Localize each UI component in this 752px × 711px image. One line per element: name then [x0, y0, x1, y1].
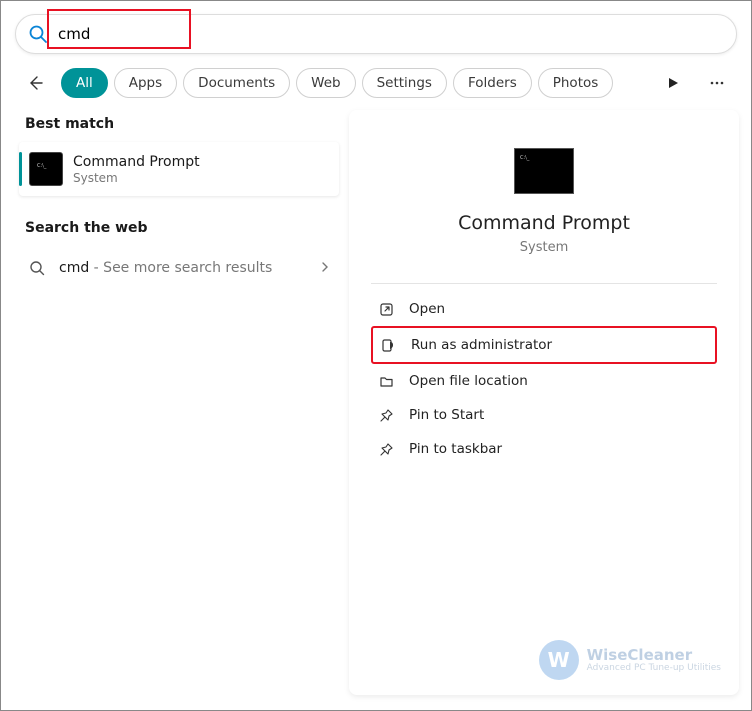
section-best-match: Best match [19, 110, 339, 142]
divider [371, 283, 717, 284]
result-command-prompt[interactable]: C:\_ Command Prompt System [19, 142, 339, 196]
search-bar[interactable] [15, 14, 737, 54]
watermark-tagline: Advanced PC Tune-up Utilities [587, 663, 721, 673]
detail-app-icon: C:\_ [514, 148, 574, 194]
action-pin-start[interactable]: Pin to Start [371, 398, 717, 432]
action-label: Run as administrator [411, 337, 552, 353]
filter-documents[interactable]: Documents [183, 68, 290, 98]
pin-icon [377, 408, 395, 423]
filter-all[interactable]: All [61, 68, 108, 98]
back-button[interactable] [21, 69, 49, 97]
search-input[interactable] [58, 25, 724, 43]
pin-icon [377, 442, 395, 457]
shield-icon [379, 338, 397, 353]
detail-subtitle: System [371, 240, 717, 255]
folder-icon [377, 374, 395, 389]
open-icon [377, 302, 395, 317]
filter-settings[interactable]: Settings [362, 68, 447, 98]
web-text: cmd - See more search results [59, 260, 272, 276]
search-icon [28, 24, 48, 44]
filter-photos[interactable]: Photos [538, 68, 614, 98]
detail-title: Command Prompt [371, 212, 717, 234]
filter-apps[interactable]: Apps [114, 68, 177, 98]
more-button[interactable] [703, 69, 731, 97]
action-label: Pin to taskbar [409, 441, 502, 457]
action-label: Open file location [409, 373, 528, 389]
action-open[interactable]: Open [371, 292, 717, 326]
result-subtitle: System [73, 171, 200, 185]
action-label: Pin to Start [409, 407, 484, 423]
watermark-brand: WiseCleaner [587, 648, 721, 663]
svg-text:C:\_: C:\_ [520, 155, 530, 161]
detail-panel: C:\_ Command Prompt System Open Run as a… [349, 110, 739, 695]
action-label: Open [409, 301, 445, 317]
action-file-location[interactable]: Open file location [371, 364, 717, 398]
play-button[interactable] [659, 69, 687, 97]
cmd-icon: C:\_ [29, 152, 63, 186]
search-icon [27, 260, 47, 276]
watermark: W WiseCleaner Advanced PC Tune-up Utilit… [539, 640, 721, 680]
filter-web[interactable]: Web [296, 68, 355, 98]
action-pin-taskbar[interactable]: Pin to taskbar [371, 432, 717, 466]
svg-text:C:\_: C:\_ [37, 163, 47, 169]
chevron-right-icon [319, 258, 331, 277]
watermark-logo: W [539, 640, 579, 680]
section-search-web: Search the web [19, 214, 339, 246]
filter-row: All Apps Documents Web Settings Folders … [1, 54, 751, 110]
result-title: Command Prompt [73, 153, 200, 171]
web-search-item[interactable]: cmd - See more search results [19, 246, 339, 289]
results-column: Best match C:\_ Command Prompt System Se… [19, 110, 349, 695]
action-run-admin[interactable]: Run as administrator [371, 326, 717, 364]
filter-folders[interactable]: Folders [453, 68, 532, 98]
